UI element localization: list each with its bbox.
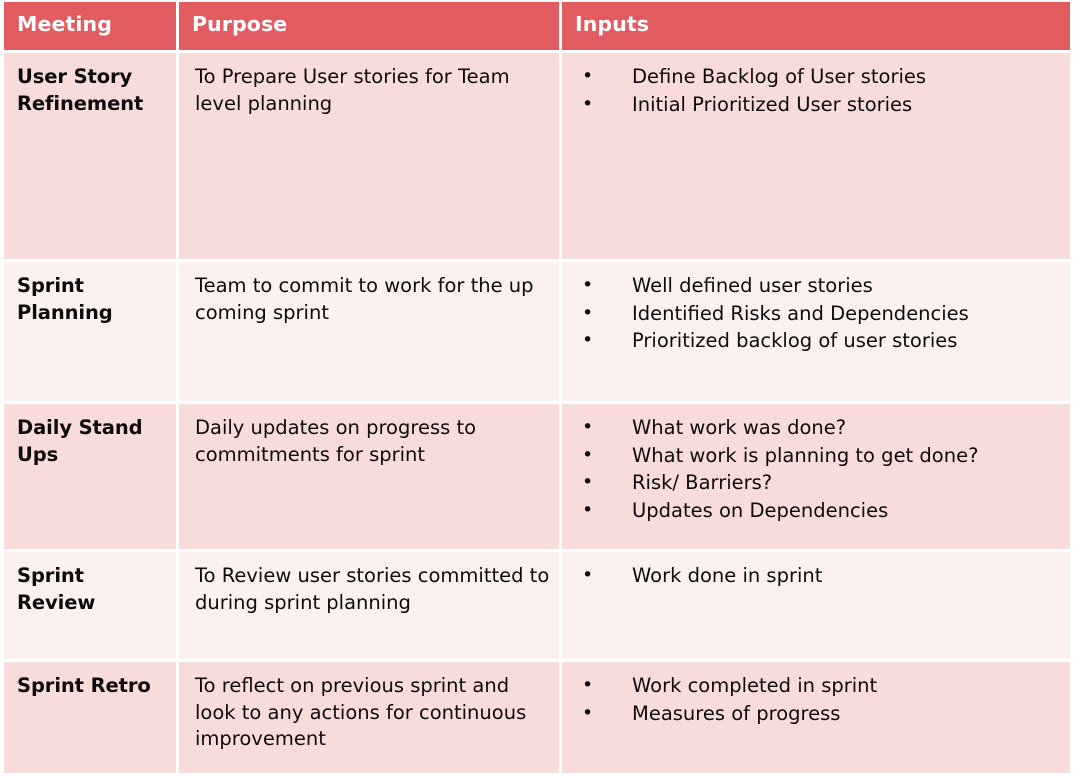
bullet-icon: • xyxy=(582,92,594,115)
list-item-label: Risk/ Barriers? xyxy=(632,471,773,495)
table-body: User Story Refinement To Prepare User st… xyxy=(4,53,1070,773)
list-item-label: Initial Prioritized User stories xyxy=(632,92,913,116)
cell-inputs: • What work was done? • What work is planni… xyxy=(562,404,1070,549)
cell-purpose: To Review user stories committed to duri… xyxy=(179,552,559,659)
list-item: • Initial Prioritized User stories xyxy=(574,92,1060,119)
inputs-bullet-list: • Work done in sprint xyxy=(574,563,1060,590)
list-item: • Identified Risks and Dependencies xyxy=(574,301,1060,328)
table-row: Sprint Retro To reflect on previous spri… xyxy=(4,662,1070,773)
table-row: Sprint Review To Review user stories com… xyxy=(4,552,1070,659)
list-item-label: Identified Risks and Dependencies xyxy=(632,301,969,325)
bullet-icon: • xyxy=(582,471,594,494)
cell-meeting: Sprint Review xyxy=(4,552,176,659)
list-item-label: Well defined user stories xyxy=(632,274,873,297)
table-row: Daily Stand Ups Daily updates on progres… xyxy=(4,404,1070,549)
column-header-meeting: Meeting xyxy=(4,2,176,50)
list-item-label: What work is planning to get done? xyxy=(632,443,979,467)
inputs-bullet-list: • What work was done? • What work is planni… xyxy=(574,415,1060,524)
inputs-bullet-list: • Define Backlog of User stories • Initial … xyxy=(574,64,1060,118)
list-item: • Risk/ Barriers? xyxy=(574,470,1060,497)
table-row: User Story Refinement To Prepare User st… xyxy=(4,53,1070,259)
cell-inputs: • Define Backlog of User stories • Initial … xyxy=(562,53,1070,259)
column-header-purpose: Purpose xyxy=(179,2,559,50)
cell-purpose: To Prepare User stories for Team level p… xyxy=(179,53,559,259)
list-item: • Work completed in sprint xyxy=(574,673,1060,700)
table-header-row: Meeting Purpose Inputs xyxy=(4,2,1070,50)
agile-ceremonies-table: Meeting Purpose Inputs User Story Refine… xyxy=(1,0,1073,776)
bullet-icon: • xyxy=(582,274,594,296)
list-item: • Measures of progress xyxy=(574,701,1060,728)
list-item: • Well defined user stories xyxy=(574,273,1060,300)
list-item: • What work was done? xyxy=(574,415,1060,442)
bullet-icon: • xyxy=(582,674,594,696)
cell-meeting: Sprint Retro xyxy=(4,662,176,773)
list-item: • Prioritized backlog of user stories xyxy=(574,328,1060,355)
bullet-icon: • xyxy=(582,443,594,466)
list-item-label: Work completed in sprint xyxy=(632,674,878,697)
bullet-icon: • xyxy=(582,301,594,324)
list-item-label: Prioritized backlog of user stories xyxy=(632,329,958,353)
cell-purpose: Daily updates on progress to commitments… xyxy=(179,404,559,549)
bullet-icon: • xyxy=(582,65,594,87)
cell-purpose: To reflect on previous sprint and look t… xyxy=(179,662,559,773)
list-item-label: Work done in sprint xyxy=(632,564,823,587)
list-item-label: Measures of progress xyxy=(632,701,841,725)
cell-inputs: • Work completed in sprint • Measures of pr… xyxy=(562,662,1070,773)
cell-purpose: Team to commit to work for the up coming… xyxy=(179,262,559,401)
table-row: Sprint Planning Team to commit to work f… xyxy=(4,262,1070,401)
column-header-inputs: Inputs xyxy=(562,2,1070,50)
cell-inputs: • Work done in sprint xyxy=(562,552,1070,659)
list-item: • Define Backlog of User stories xyxy=(574,64,1060,91)
bullet-icon: • xyxy=(582,416,594,438)
list-item-label: Updates on Dependencies xyxy=(632,498,889,522)
agile-ceremonies-table-container: Meeting Purpose Inputs User Story Refine… xyxy=(4,2,1070,773)
cell-meeting: User Story Refinement xyxy=(4,53,176,259)
list-item-label: Define Backlog of User stories xyxy=(632,65,927,88)
bullet-icon: • xyxy=(582,329,594,352)
cell-meeting: Sprint Planning xyxy=(4,262,176,401)
cell-inputs: • Well defined user stories • Identified Ri… xyxy=(562,262,1070,401)
inputs-bullet-list: • Well defined user stories • Identified Ri… xyxy=(574,273,1060,355)
bullet-icon: • xyxy=(582,564,594,586)
bullet-icon: • xyxy=(582,701,594,724)
table-header: Meeting Purpose Inputs xyxy=(4,2,1070,50)
bullet-icon: • xyxy=(582,498,594,521)
list-item: • Work done in sprint xyxy=(574,563,1060,590)
list-item: • Updates on Dependencies xyxy=(574,498,1060,525)
list-item-label: What work was done? xyxy=(632,416,847,439)
list-item: • What work is planning to get done? xyxy=(574,443,1060,470)
cell-meeting: Daily Stand Ups xyxy=(4,404,176,549)
inputs-bullet-list: • Work completed in sprint • Measures of pr… xyxy=(574,673,1060,727)
